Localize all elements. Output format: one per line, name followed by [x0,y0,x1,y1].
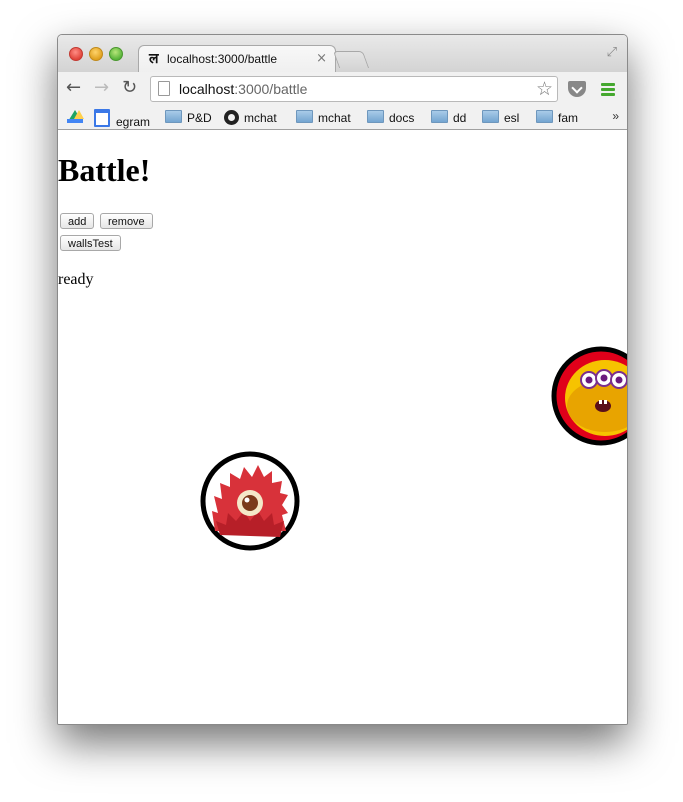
bookmark-label: P&D [187,111,212,125]
bookmark-star-icon[interactable]: ☆ [536,78,553,100]
folder-icon [536,110,553,123]
pocket-icon[interactable] [568,81,586,97]
bookmark-label: docs [389,111,415,125]
bookmark-label: esl [504,111,520,125]
window-close-icon[interactable] [69,47,83,61]
red-monster-icon [200,451,300,551]
tab-close-icon[interactable]: × [316,51,327,66]
google-drive-icon [67,110,84,123]
fullscreen-icon[interactable]: ⤢ [607,45,617,60]
url-path: :3000/battle [234,81,308,97]
bookmark-label: egram [116,115,151,129]
yellow-monster-icon [551,346,627,446]
remove-button[interactable]: remove [100,213,153,229]
bookmark-label: fam [558,111,579,125]
window-minimize-icon[interactable] [89,47,103,61]
favicon-icon: ल [149,51,159,67]
back-icon[interactable]: ← [66,79,81,97]
bookmark-egram[interactable]: egram [94,109,151,129]
calendar-icon [94,109,110,127]
url-host: localhost [179,81,235,97]
folder-icon [482,110,499,123]
address-bar[interactable]: localhost:3000/battle ☆ [150,76,558,102]
yellow-monster-sprite [551,346,627,446]
browser-window: ल localhost:3000/battle × ⤢ ← → ↻ localh… [57,34,628,725]
status-text: ready [58,271,94,288]
bookmark-dd[interactable]: dd [431,109,466,127]
bookmark-label: mchat [318,111,351,125]
bookmark-fam[interactable]: fam [536,109,578,127]
bookmark-drive[interactable] [67,109,84,127]
page-icon [158,81,170,96]
bookmark-label: mchat [244,111,277,125]
add-button[interactable]: add [60,213,95,229]
folder-icon [431,110,448,123]
walls-test-button[interactable]: wallsTest [60,235,121,251]
bookmark-docs[interactable]: docs [367,109,414,127]
bookmark-p-and-d[interactable]: P&D [165,109,212,127]
window-zoom-icon[interactable] [109,47,123,61]
tab-battle[interactable]: ल localhost:3000/battle × [138,45,336,73]
url-text[interactable]: localhost:3000/battle [179,81,307,97]
new-tab-button[interactable] [332,51,370,68]
github-icon [224,110,239,125]
red-monster-sprite [200,451,300,551]
folder-icon [296,110,313,123]
bookmark-mchat[interactable]: mchat [296,109,351,127]
tab-strip: ल localhost:3000/battle × ⤢ [58,35,627,73]
folder-icon [367,110,384,123]
bookmarks-bar: egram P&D mchat mchat docs dd esl fam » [58,106,627,130]
page-title: Battle! [58,152,151,188]
bookmark-mchat-github[interactable]: mchat [224,109,277,127]
toolbar: ← → ↻ localhost:3000/battle ☆ [58,72,627,106]
tab-title: localhost:3000/battle [167,52,278,66]
bookmark-esl[interactable]: esl [482,109,519,127]
bookmarks-overflow-icon[interactable]: » [612,109,619,123]
forward-icon[interactable]: → [94,79,109,97]
reload-icon[interactable]: ↻ [122,79,137,97]
menu-icon[interactable] [601,83,615,98]
page-content: Battle! add remove wallsTest ready [58,130,627,724]
folder-icon [165,110,182,123]
bookmark-label: dd [453,111,467,125]
